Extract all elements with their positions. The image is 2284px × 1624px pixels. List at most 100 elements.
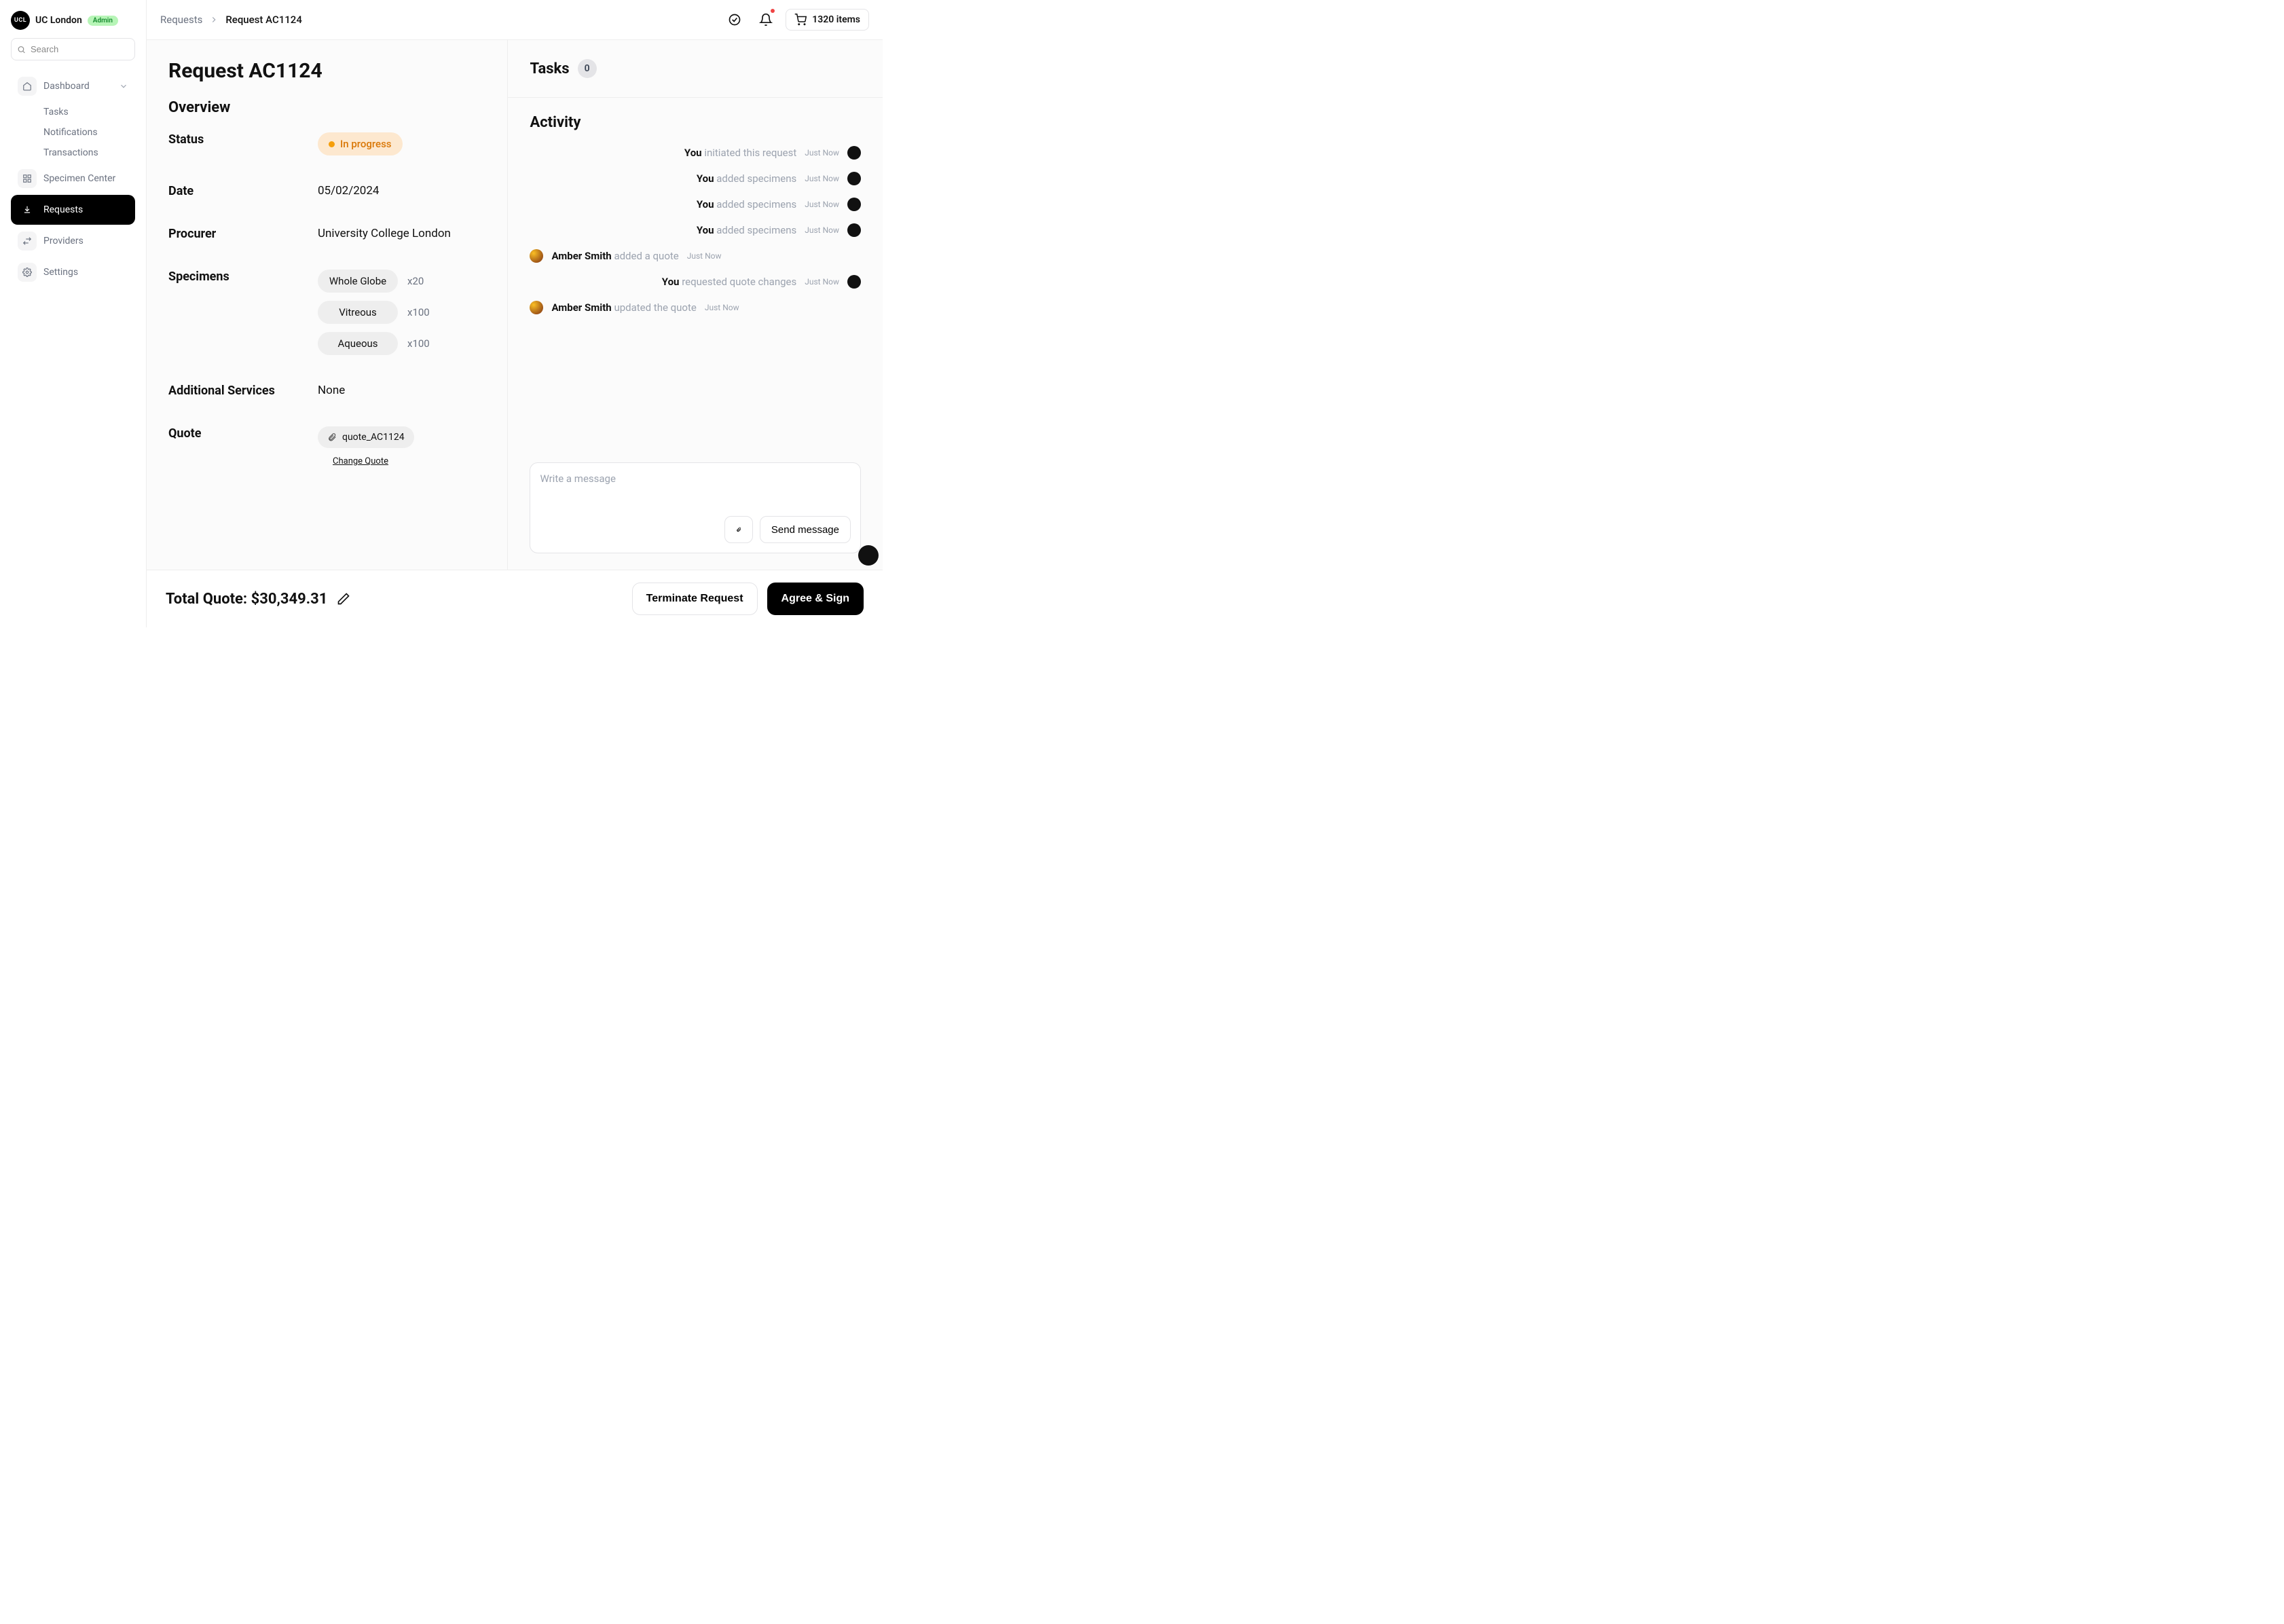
activity-time: Just Now <box>805 200 839 209</box>
activity-time: Just Now <box>805 174 839 183</box>
activity-time: Just Now <box>687 251 722 261</box>
specimen-row: Whole Globex20 <box>318 270 430 293</box>
swap-icon <box>18 232 37 251</box>
activity-item: You added specimens Just Now <box>530 198 861 211</box>
sidebar-item-specimen-center[interactable]: Specimen Center <box>11 164 135 193</box>
bell-icon <box>759 13 773 26</box>
sidebar-item-requests[interactable]: Requests <box>11 195 135 225</box>
chevron-right-icon <box>209 15 219 24</box>
footer: Total Quote: $30,349.31 Terminate Reques… <box>147 570 883 627</box>
overview-title: Overview <box>168 99 485 116</box>
activity-item: Amber Smith added a quote Just Now <box>530 249 861 263</box>
paperclip-icon <box>327 432 337 442</box>
specimens-list: Whole Globex20 Vitreousx100 Aqueous x100 <box>318 270 430 355</box>
activity-time: Just Now <box>805 277 839 287</box>
quote-label: Quote <box>168 426 318 441</box>
tasks-title: Tasks <box>530 60 569 77</box>
activity-text: Amber Smith updated the quote <box>551 301 696 314</box>
avatar <box>858 545 879 566</box>
procurer-label: Procurer <box>168 227 318 241</box>
breadcrumb-current: Request AC1124 <box>225 14 302 26</box>
check-status-button[interactable] <box>723 8 746 31</box>
activity-item: You added specimens Just Now <box>530 172 861 185</box>
activity-text: You added specimens <box>697 172 796 185</box>
grid-icon <box>18 169 37 188</box>
sidebar: UCL UC London Admin Dashboard Tasks <box>0 0 147 627</box>
gear-icon <box>18 263 37 282</box>
activity-item: Amber Smith updated the quoteJust Now <box>530 301 861 314</box>
avatar <box>847 172 861 185</box>
sidebar-item-dashboard[interactable]: Dashboard <box>11 71 135 101</box>
content: Request AC1124 Overview Status In progre… <box>147 40 883 570</box>
activity-text: You added specimens <box>697 198 796 210</box>
date-label: Date <box>168 184 318 198</box>
send-button[interactable]: Send message <box>760 516 851 543</box>
sidebar-item-label: Requests <box>43 204 83 215</box>
cart-count: 1320 items <box>812 14 860 25</box>
sidebar-item-tasks[interactable]: Tasks <box>37 103 135 122</box>
download-icon <box>18 200 37 219</box>
search-wrap <box>11 38 135 60</box>
status-value: In progress <box>340 138 392 150</box>
sidebar-nav: Dashboard Tasks Notifications Transactio… <box>11 71 135 287</box>
breadcrumb: Requests Request AC1124 <box>160 14 302 26</box>
avatar <box>847 275 861 289</box>
sidebar-item-providers[interactable]: Providers <box>11 226 135 256</box>
topbar: Requests Request AC1124 1320 items <box>147 0 883 40</box>
dashboard-submenu: Tasks Notifications Transactions <box>11 103 135 162</box>
activity-time: Just Now <box>805 225 839 235</box>
terminate-button[interactable]: Terminate Request <box>632 583 758 615</box>
sidebar-item-label: Specimen Center <box>43 173 115 184</box>
avatar <box>847 223 861 237</box>
status-dot-icon <box>329 141 335 147</box>
cart-button[interactable]: 1320 items <box>786 9 869 31</box>
specimens-label: Specimens <box>168 270 318 284</box>
activity-section: Activity You initiated this requestJust … <box>508 98 883 462</box>
role-badge: Admin <box>88 16 118 26</box>
sidebar-item-notifications[interactable]: Notifications <box>37 123 135 142</box>
message-input[interactable] <box>540 473 851 508</box>
quote-attachment[interactable]: quote_AC1124 <box>318 426 414 448</box>
chevron-down-icon <box>119 81 128 91</box>
activity-text: You requested quote changes <box>662 276 796 288</box>
activity-text: You added specimens <box>697 224 796 236</box>
attach-button[interactable] <box>724 516 753 543</box>
status-badge: In progress <box>318 132 403 155</box>
total-quote: Total Quote: $30,349.31 <box>166 591 327 608</box>
sidebar-item-settings[interactable]: Settings <box>11 257 135 287</box>
activity-text: Amber Smith added a quote <box>551 250 678 262</box>
specimen-row: Vitreousx100 <box>318 301 430 324</box>
sidebar-item-transactions[interactable]: Transactions <box>37 143 135 162</box>
services-label: Additional Services <box>168 384 318 398</box>
org-switcher[interactable]: UCL UC London Admin <box>11 11 135 30</box>
specimen-qty: x100 <box>407 337 430 350</box>
breadcrumb-parent[interactable]: Requests <box>160 14 202 26</box>
quote-filename: quote_AC1124 <box>342 432 405 443</box>
specimen-row: Aqueous x100 <box>318 332 430 355</box>
notifications-button[interactable] <box>754 8 777 31</box>
specimen-chip[interactable]: Aqueous <box>318 332 398 355</box>
specimen-chip[interactable]: Vitreous <box>318 301 398 324</box>
change-quote-link[interactable]: Change Quote <box>333 456 388 466</box>
sidebar-item-label: Dashboard <box>43 81 90 92</box>
right-pane: Tasks 0 Activity You initiated this requ… <box>508 40 883 570</box>
page-title: Request AC1124 <box>168 59 485 83</box>
date-value: 05/02/2024 <box>318 184 379 198</box>
search-input[interactable] <box>11 38 135 60</box>
sidebar-item-label: Settings <box>43 267 78 278</box>
activity-text: You initiated this request <box>684 147 796 159</box>
specimen-chip[interactable]: Whole Globe <box>318 270 398 293</box>
home-icon <box>18 77 37 96</box>
activity-list: You initiated this requestJust NowYou ad… <box>530 146 861 314</box>
overview-pane: Request AC1124 Overview Status In progre… <box>147 40 508 570</box>
paperclip-icon <box>736 523 741 536</box>
tasks-count: 0 <box>578 59 597 78</box>
org-name: UC London <box>35 15 82 26</box>
notification-dot <box>771 9 775 13</box>
main: Requests Request AC1124 1320 items <box>147 0 883 627</box>
procurer-value: University College London <box>318 227 451 240</box>
edit-quote-button[interactable] <box>337 592 350 606</box>
status-label: Status <box>168 132 318 147</box>
agree-sign-button[interactable]: Agree & Sign <box>767 583 864 615</box>
activity-item: You added specimens Just Now <box>530 223 861 237</box>
